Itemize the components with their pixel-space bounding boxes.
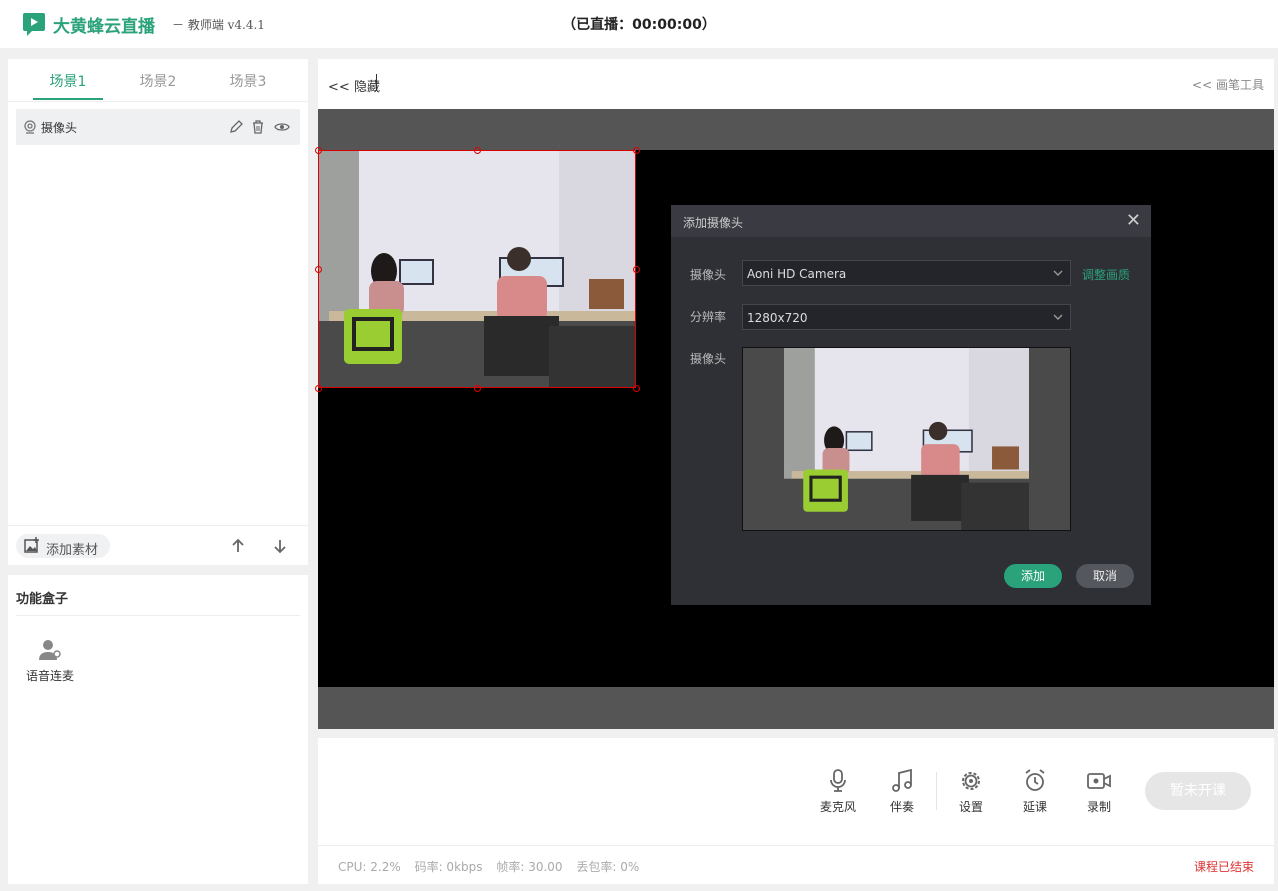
camera-feed-image <box>319 151 635 387</box>
resize-handle[interactable] <box>474 385 481 392</box>
chevron-double-left-icon: << <box>1192 78 1213 92</box>
voice-connect-button[interactable]: 语音连麦 <box>20 639 80 689</box>
resolution-select[interactable]: 1280x720 <box>742 304 1071 330</box>
microphone-icon <box>830 769 846 792</box>
cpu-stat: CPU: 2.2% <box>338 860 401 874</box>
top-header: 大黄蜂云直播 － 教师端 v4.4.1 （已直播：00:00:00） <box>0 0 1278 48</box>
control-bar: 麦克风 伴奏 设置 延课 录制 暂未开课 CPU: 2.2% 码率: 0kbps… <box>318 738 1274 884</box>
camera-field-label: 摄像头 <box>690 268 727 282</box>
packet-loss-stat: 丢包率: 0% <box>576 860 640 874</box>
extend-class-label: 延课 <box>1022 800 1047 814</box>
bitrate-stat: 码率: 0kbps <box>414 860 483 874</box>
record-label: 录制 <box>1086 800 1111 814</box>
add-button[interactable]: 添加 <box>1004 564 1062 588</box>
add-image-icon <box>24 537 39 553</box>
scene-panel: 场景1 场景2 场景3 摄像头 添加素材 <box>8 59 308 565</box>
microphone-button[interactable]: 麦克风 <box>816 768 860 818</box>
camera-preview-image <box>784 348 1029 530</box>
close-icon[interactable]: ✕ <box>1126 210 1141 231</box>
resolution-field-label: 分辨率 <box>690 310 727 324</box>
voice-connect-label: 语音连麦 <box>25 669 74 683</box>
divider <box>318 845 1274 846</box>
main-stage-panel: << 隐藏 << 画笔工具 添加摄像头 ✕ 摄像头 Aoni HD Camera… <box>315 59 1274 729</box>
brush-tools-label: 画笔工具 <box>1215 78 1264 92</box>
music-icon <box>892 768 912 792</box>
resize-handle[interactable] <box>633 147 640 154</box>
camera-select-value: Aoni HD Camera <box>747 267 847 281</box>
cancel-button[interactable]: 取消 <box>1076 564 1134 588</box>
add-camera-dialog: 添加摄像头 ✕ 摄像头 Aoni HD Camera 调整画质 分辨率 1280… <box>671 205 1151 605</box>
extend-class-button[interactable]: 延课 <box>1013 768 1057 818</box>
framerate-stat: 帧率: 30.00 <box>496 860 563 874</box>
brush-tools-button[interactable]: << 画笔工具 <box>1192 76 1264 93</box>
arrow-down-icon[interactable] <box>272 538 288 554</box>
dialog-title: 添加摄像头 <box>683 216 744 230</box>
live-duration: （已直播：00:00:00） <box>562 17 716 33</box>
hide-panel-button[interactable]: << 隐藏 <box>328 76 380 95</box>
tab-scene-2[interactable]: 场景2 <box>123 71 193 91</box>
function-box-title: 功能盒子 <box>16 592 69 607</box>
resize-handle[interactable] <box>474 147 481 154</box>
preview-field-label: 摄像头 <box>690 352 727 366</box>
resize-handle[interactable] <box>315 266 322 273</box>
preview-stage: 添加摄像头 ✕ 摄像头 Aoni HD Camera 调整画质 分辨率 1280… <box>315 109 1274 729</box>
settings-button[interactable]: 设置 <box>949 768 993 818</box>
camera-select[interactable]: Aoni HD Camera <box>742 260 1071 286</box>
scene-tabs: 场景1 场景2 场景3 <box>8 59 308 102</box>
chevron-down-icon <box>1053 314 1063 320</box>
divider <box>16 615 300 616</box>
stream-stats: CPU: 2.2% 码率: 0kbps 帧率: 30.00 丢包率: 0% <box>338 858 649 875</box>
add-material-button[interactable]: 添加素材 <box>16 534 110 558</box>
source-item-label: 摄像头 <box>41 121 78 135</box>
microphone-label: 麦克风 <box>819 800 856 814</box>
function-box-panel: 功能盒子 语音连麦 <box>8 575 308 884</box>
adjust-quality-link[interactable]: 调整画质 <box>1082 266 1130 283</box>
source-item-camera[interactable]: 摄像头 <box>16 109 300 145</box>
divider <box>936 772 937 810</box>
resize-handle[interactable] <box>315 147 322 154</box>
tab-scene-3[interactable]: 场景3 <box>213 71 283 91</box>
camera-feed-layer[interactable] <box>318 150 636 388</box>
resize-handle[interactable] <box>633 385 640 392</box>
music-label: 伴奏 <box>889 800 914 814</box>
delete-icon[interactable] <box>250 119 266 135</box>
resize-handle[interactable] <box>633 266 640 273</box>
resize-handle[interactable] <box>315 385 322 392</box>
edit-icon[interactable] <box>228 119 244 135</box>
music-button[interactable]: 伴奏 <box>880 768 924 818</box>
resolution-select-value: 1280x720 <box>747 311 808 325</box>
arrow-up-icon[interactable] <box>230 538 246 554</box>
camera-preview <box>742 347 1071 531</box>
record-button[interactable]: 录制 <box>1077 768 1121 818</box>
settings-label: 设置 <box>958 800 983 814</box>
voice-connect-icon <box>39 640 61 660</box>
chevron-down-icon <box>1053 270 1063 276</box>
dialog-header: 添加摄像头 ✕ <box>671 205 1151 237</box>
course-status: 课程已结束 <box>1193 860 1254 874</box>
active-tab-indicator <box>33 98 103 100</box>
record-icon <box>1087 773 1111 789</box>
alarm-clock-icon <box>1025 769 1045 791</box>
eye-icon[interactable] <box>274 119 290 135</box>
chevron-double-left-icon: << <box>328 80 350 95</box>
add-material-label: 添加素材 <box>46 543 99 558</box>
tab-scene-1[interactable]: 场景1 <box>33 71 103 91</box>
broadcast-canvas: 添加摄像头 ✕ 摄像头 Aoni HD Camera 调整画质 分辨率 1280… <box>315 147 1274 687</box>
start-class-button[interactable]: 暂未开课 <box>1145 772 1251 810</box>
scene-footer: 添加素材 <box>8 525 308 566</box>
camera-source-icon <box>24 120 36 134</box>
text-cursor <box>376 74 377 91</box>
gear-icon <box>962 772 980 790</box>
